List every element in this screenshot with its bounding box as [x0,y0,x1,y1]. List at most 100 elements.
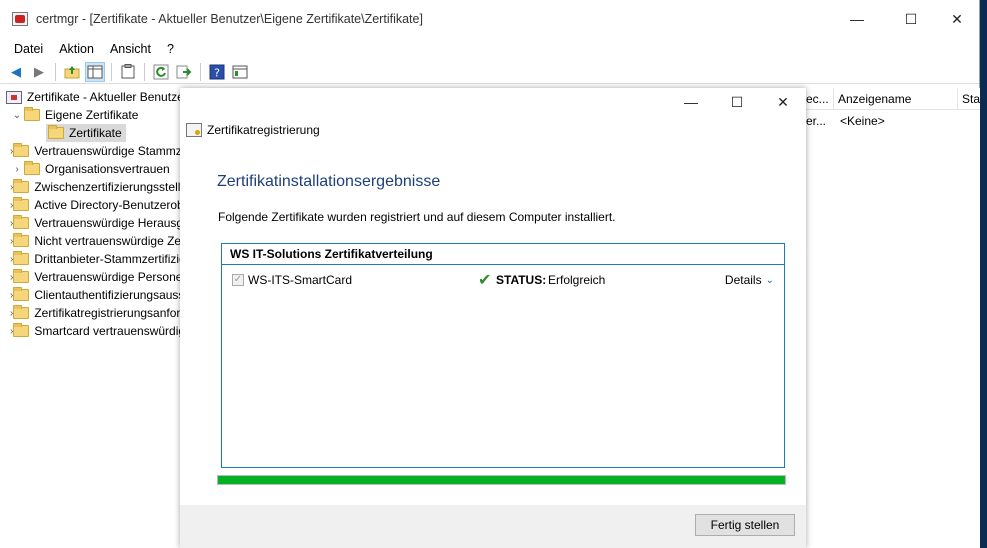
tree-item-label: Smartcard vertrauenswürdige Stämme [34,324,180,338]
back-arrow-icon[interactable]: ◀ [6,62,26,82]
help-icon[interactable]: ? [207,62,227,82]
tree-item[interactable]: › Zwischenzertifizierungsstellen [0,178,180,196]
menu-help[interactable]: ? [159,42,182,56]
toolbar-separator [111,62,112,81]
column-header-anzeigename[interactable]: Anzeigename [834,87,958,110]
folder-icon [13,287,30,301]
export-list-icon[interactable] [174,62,194,82]
dialog-title: Zertifikatinstallationsergebnisse [217,173,441,190]
list-header: ec... Anzeigename Sta [806,87,980,110]
tree-item-label: Nicht vertrauenswürdige Zertifikate [34,234,180,248]
menu-bar: Datei Aktion Ansicht ? [0,38,979,60]
svg-text:?: ? [214,66,220,79]
dialog-footer: Fertig stellen [180,505,806,548]
folder-icon [13,197,30,211]
tree-item-zertifikate[interactable]: Zertifikate [0,124,180,142]
list-pane: ec... Anzeigename Sta er... <Keine> [806,87,980,548]
close-button[interactable]: ✕ [934,0,980,38]
progress-bar-fill [218,476,785,484]
dialog-header-label: Zertifikatregistrierung [207,123,320,137]
tree-item[interactable]: › Vertrauenswürdige Personen [0,268,180,286]
refresh-icon[interactable] [151,62,171,82]
certificate-checkbox[interactable]: ✓ [232,274,244,286]
tree-item-label: Zwischenzertifizierungsstellen [34,180,180,194]
toolbar-separator [200,62,201,81]
result-row: ✓ WS-ITS-SmartCard ✔ STATUS: Erfolgreich… [222,265,784,295]
tree-item[interactable]: › Organisationsvertrauen [0,160,180,178]
dialog-minimize-button[interactable]: — [668,88,714,116]
column-header-status[interactable]: Sta [958,88,980,110]
certificate-enrollment-dialog: — ☐ ✕ Zertifikatregistrierung Zertifikat… [180,88,806,548]
tree-root-label: Zertifikate - Aktueller Benutzer [27,90,180,104]
dialog-window-controls: — ☐ ✕ [668,88,806,116]
folder-icon [13,269,30,283]
progress-bar [217,475,786,485]
tree-item-label: Eigene Zertifikate [45,108,139,122]
status-value: Erfolgreich [548,273,606,287]
tree-item-label: Zertifikatregistrierungsanforderungen [34,306,180,320]
tree-item-label: Organisationsvertrauen [45,162,170,176]
tree-item[interactable]: ›Vertrauenswürdige Stammzertifizierungss… [0,142,180,160]
tree-item-eigene-zertifikate[interactable]: ⌄ Eigene Zertifikate [0,106,180,124]
chevron-right-icon[interactable]: › [10,164,24,175]
dialog-header: Zertifikatregistrierung [186,123,320,137]
table-cell: <Keine> [840,114,885,128]
up-folder-icon[interactable] [62,62,82,82]
window-title: certmgr - [Zertifikate - Aktueller Benut… [36,12,423,26]
tree-item[interactable]: ›Nicht vertrauenswürdige Zertifikate [0,232,180,250]
folder-icon [13,179,30,193]
tree-item[interactable]: ›Smartcard vertrauenswürdige Stämme [0,322,180,340]
menu-aktion[interactable]: Aktion [51,42,102,56]
tree-item-label: Drittanbieter-Stammzertifizierungsstelle… [34,252,180,266]
status-label: STATUS: [496,273,547,287]
tree-item[interactable]: ›Vertrauenswürdige Herausgeber [0,214,180,232]
tree-item[interactable]: ›Clientauthentifizierungsaussteller [0,286,180,304]
maximize-button[interactable]: ☐ [888,0,934,38]
folder-icon [13,251,30,265]
dialog-close-button[interactable]: ✕ [760,88,806,116]
tree-selection-highlight: Zertifikate [46,124,126,142]
table-row[interactable]: er... <Keine> [806,110,980,132]
folder-icon [13,305,30,319]
folder-icon [13,323,30,337]
desktop-background [980,0,987,548]
results-group: WS IT-Solutions Zertifikatverteilung ✓ W… [221,243,785,468]
success-check-icon: ✔ [478,272,492,289]
folder-icon [48,125,64,139]
tree-item-label: Clientauthentifizierungsaussteller [34,288,180,302]
forward-arrow-icon[interactable]: ▶ [29,62,49,82]
tree-item[interactable]: ›Zertifikatregistrierungsanforderungen [0,304,180,322]
tree-item-label: Vertrauenswürdige Personen [34,270,180,284]
toolbar-separator [55,62,56,81]
tree-root[interactable]: Zertifikate - Aktueller Benutzer [0,88,180,106]
chevron-down-icon: ⌄ [765,274,774,286]
show-hide-tree-icon[interactable] [85,61,105,82]
details-label: Details [724,273,762,287]
tree-item-label: Active Directory-Benutzerobjekt [34,198,180,212]
finish-button[interactable]: Fertig stellen [695,514,795,536]
dialog-maximize-button[interactable]: ☐ [714,88,760,116]
certmgr-app-icon [12,11,30,27]
tree-item-label: Zertifikate [69,126,122,140]
table-cell: er... [806,114,827,128]
tree-pane: Zertifikate - Aktueller Benutzer ⌄ Eigen… [0,88,180,548]
menu-datei[interactable]: Datei [6,42,51,56]
column-header[interactable]: ec... [806,87,834,110]
menu-ansicht[interactable]: Ansicht [102,42,159,56]
tree-item[interactable]: ›Active Directory-Benutzerobjekt [0,196,180,214]
clipboard-icon[interactable] [118,62,138,82]
title-bar: certmgr - [Zertifikate - Aktueller Benut… [0,0,979,38]
certificate-store-icon [6,90,22,104]
results-group-title: WS IT-Solutions Zertifikatverteilung [222,244,784,265]
properties-icon[interactable] [230,62,250,82]
tree-item[interactable]: ›Drittanbieter-Stammzertifizierungsstell… [0,250,180,268]
chevron-down-icon[interactable]: ⌄ [10,110,24,121]
folder-icon [13,233,30,247]
toolbar-separator [144,62,145,81]
certmgr-window: certmgr - [Zertifikate - Aktueller Benut… [0,0,980,548]
minimize-button[interactable]: — [834,0,880,38]
certificate-name: WS-ITS-SmartCard [248,273,353,287]
toolbar: ◀ ▶ ? [0,60,979,84]
dialog-description: Folgende Zertifikate wurden registriert … [218,210,616,224]
details-toggle[interactable]: Details ⌄ [725,273,774,287]
